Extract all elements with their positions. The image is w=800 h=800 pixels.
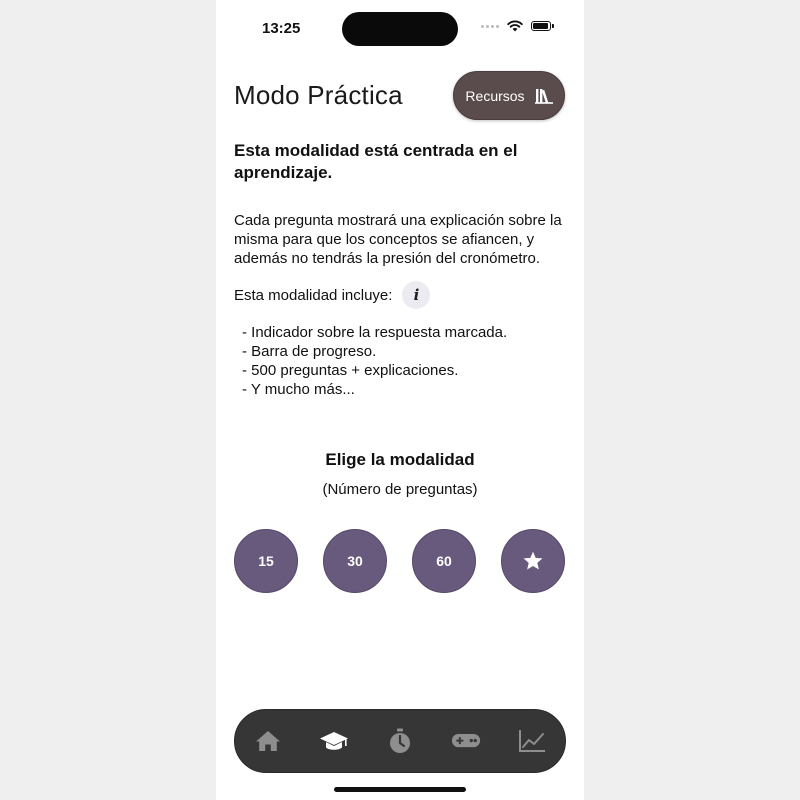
tab-bar (234, 709, 566, 773)
feature-item: - Y mucho más... (242, 381, 355, 398)
star-icon (523, 551, 543, 570)
wifi-icon (507, 20, 523, 32)
mode-60-label: 60 (436, 553, 452, 569)
status-icons (481, 20, 554, 32)
mode-60-button[interactable]: 60 (412, 529, 476, 593)
stopwatch-icon (390, 728, 410, 753)
tab-home[interactable] (253, 726, 283, 756)
intro-description: Cada pregunta mostrará una explicación s… (234, 212, 562, 267)
home-icon (256, 731, 280, 751)
mode-30-label: 30 (347, 553, 363, 569)
feature-item: - 500 preguntas + explicaciones. (242, 362, 459, 379)
battery-tip (552, 24, 554, 28)
resources-button-label: Recursos (465, 87, 525, 104)
signal-icon (481, 24, 499, 28)
tab-games[interactable] (451, 726, 481, 756)
mode-15-label: 15 (258, 553, 274, 569)
battery-icon (531, 21, 551, 31)
page-title: Modo Práctica (234, 80, 403, 110)
modality-title: Elige la modalidad (325, 450, 475, 469)
feature-item: - Indicador sobre la respuesta marcada. (242, 324, 508, 341)
mode-favorites-button[interactable] (501, 529, 565, 593)
chart-line-icon (519, 730, 545, 752)
tab-statistics[interactable] (517, 726, 547, 756)
gamepad-icon (451, 733, 481, 748)
intro-subtitle: Esta modalidad está centrada en el apren… (234, 141, 518, 182)
resources-button[interactable]: Recursos (453, 71, 565, 120)
features-list: - Indicador sobre la respuesta marcada. … (242, 323, 507, 399)
info-button[interactable]: i (402, 281, 431, 309)
modality-subtitle: (Número de preguntas) (322, 481, 478, 498)
home-indicator (334, 787, 466, 792)
phone-screen: 13:25 Modo Práctica Recursos Esta modali… (216, 0, 584, 800)
graduation-cap-icon (320, 732, 348, 750)
feature-item: - Barra de progreso. (242, 343, 377, 360)
mode-15-button[interactable]: 15 (234, 529, 298, 593)
books-icon (534, 88, 553, 104)
status-time: 13:25 (262, 20, 301, 37)
tab-timer[interactable] (385, 726, 415, 756)
tab-learning[interactable] (319, 726, 349, 756)
dynamic-island (342, 12, 458, 46)
info-icon: i (413, 286, 420, 304)
includes-label: Esta modalidad incluye: (234, 286, 393, 304)
includes-row: Esta modalidad incluye: i (234, 281, 431, 309)
mode-30-button[interactable]: 30 (323, 529, 387, 593)
